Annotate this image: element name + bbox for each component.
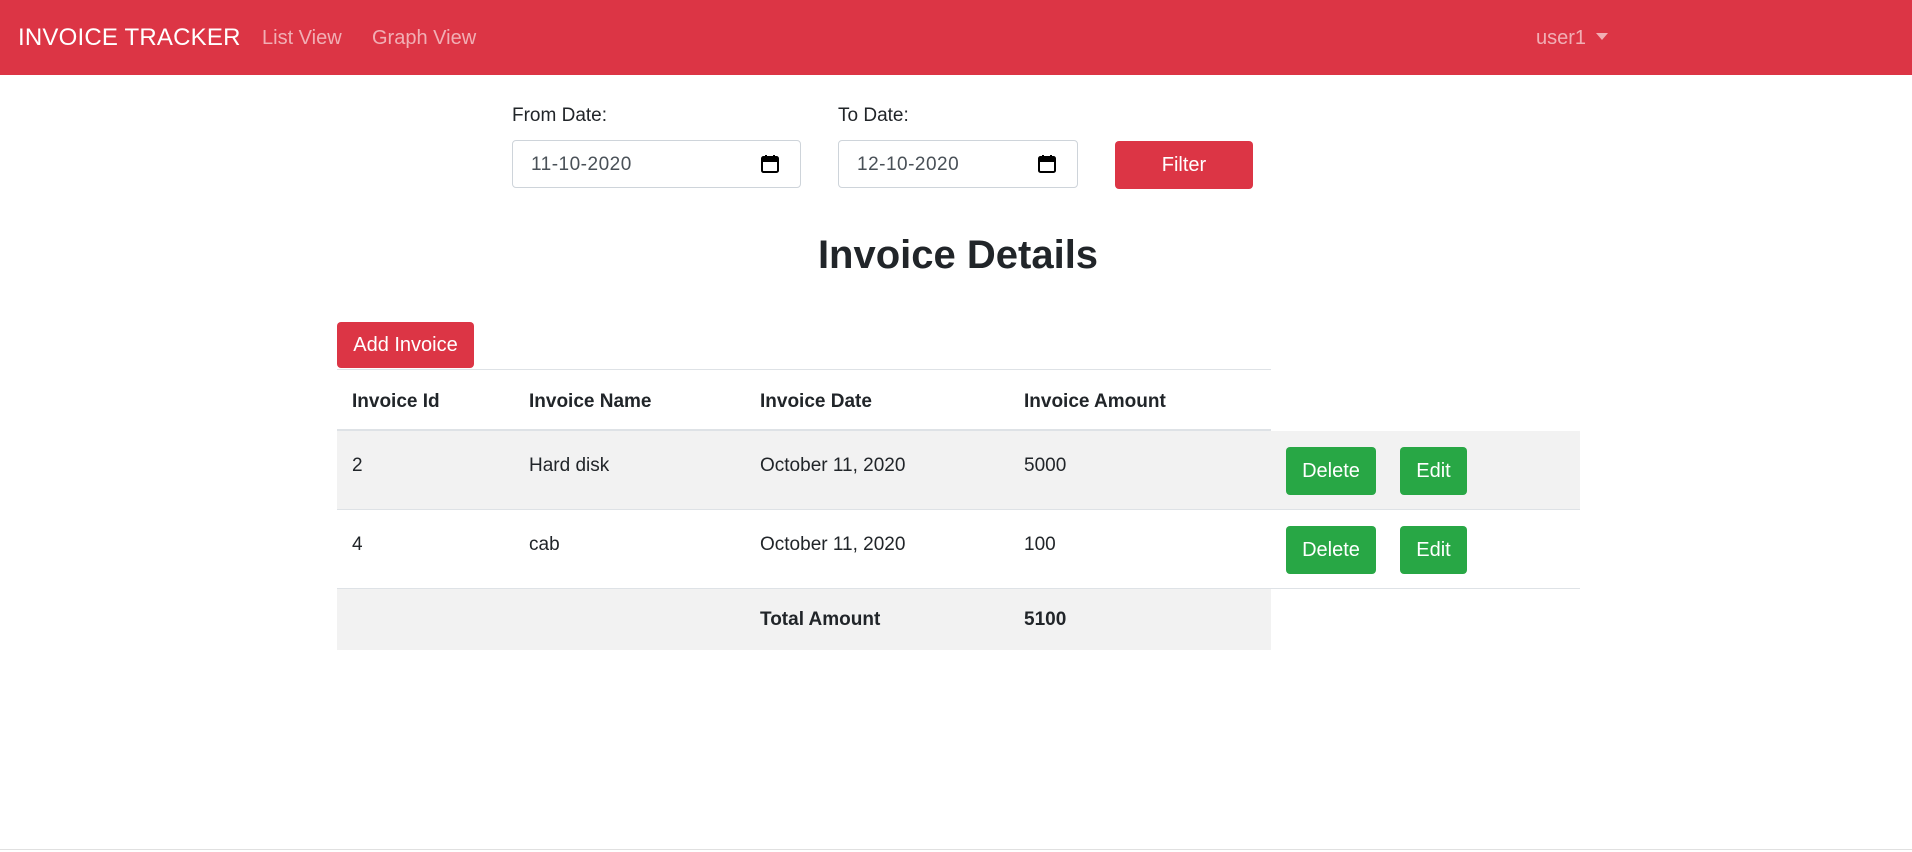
delete-button[interactable]: Delete <box>1286 447 1376 495</box>
invoice-amount-cell: 100 <box>1024 534 1056 555</box>
invoice-id-cell: 2 <box>352 455 363 476</box>
page-bottom-divider <box>0 849 1912 850</box>
brand-logo[interactable]: INVOICE TRACKER <box>18 24 241 52</box>
from-date-value: 11-10-2020 <box>531 154 632 175</box>
invoice-id-cell: 4 <box>352 534 363 555</box>
page-title: Invoice Details <box>817 233 1099 277</box>
chevron-down-icon <box>1596 33 1609 40</box>
invoice-date-cell: October 11, 2020 <box>760 534 906 555</box>
invoice-date-cell: October 11, 2020 <box>760 455 906 476</box>
calendar-icon[interactable] <box>760 154 780 174</box>
edit-button[interactable]: Edit <box>1400 526 1467 574</box>
header-invoice-date: Invoice Date <box>760 391 872 412</box>
edit-button[interactable]: Edit <box>1400 447 1467 495</box>
header-invoice-name: Invoice Name <box>529 391 652 412</box>
calendar-icon[interactable] <box>1037 154 1057 174</box>
invoice-amount-cell: 5000 <box>1024 455 1067 476</box>
to-date-input[interactable]: 12-10-2020 <box>838 140 1078 188</box>
nav-link-list-view[interactable]: List View <box>262 27 342 50</box>
table-row: 2 Hard disk October 11, 2020 5000 Delete… <box>337 431 1580 510</box>
delete-button[interactable]: Delete <box>1286 526 1376 574</box>
nav-link-graph-view[interactable]: Graph View <box>372 27 476 50</box>
total-row: Total Amount 5100 <box>337 589 1271 650</box>
user-menu-dropdown[interactable]: user1 <box>1536 27 1609 50</box>
invoice-name-cell: cab <box>529 534 560 555</box>
from-date-label: From Date: <box>512 105 608 126</box>
header-invoice-id: Invoice Id <box>352 391 440 412</box>
total-amount-value: 5100 <box>1024 609 1067 630</box>
header-invoice-amount: Invoice Amount <box>1024 391 1166 412</box>
from-date-input[interactable]: 11-10-2020 <box>512 140 801 188</box>
to-date-value: 12-10-2020 <box>857 154 960 175</box>
filter-button[interactable]: Filter <box>1115 141 1253 189</box>
total-amount-label: Total Amount <box>760 609 881 630</box>
user-name: user1 <box>1536 27 1587 49</box>
to-date-label: To Date: <box>838 105 909 126</box>
invoice-name-cell: Hard disk <box>529 455 610 476</box>
table-row: 4 cab October 11, 2020 100 Delete Edit <box>337 510 1580 589</box>
add-invoice-button[interactable]: Add Invoice <box>337 322 474 368</box>
navbar: INVOICE TRACKER List View Graph View use… <box>0 0 1912 75</box>
table-header-row: Invoice Id Invoice Name Invoice Date Inv… <box>337 369 1271 431</box>
